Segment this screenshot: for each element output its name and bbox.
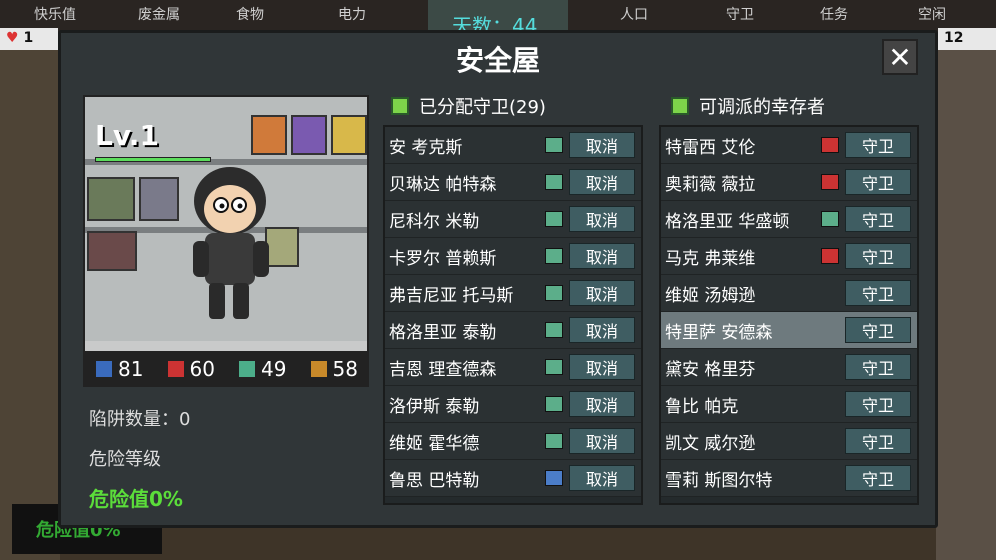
- survivor-portrait: Lv.1: [83, 95, 369, 387]
- list-item: 凯文 威尔逊 守卫: [661, 423, 917, 460]
- list-item: 马克 弗莱维 守卫: [661, 238, 917, 275]
- scrap-label: 废金属: [138, 7, 180, 23]
- guard-button[interactable]: 守卫: [845, 465, 911, 491]
- guard-label: 守卫: [726, 7, 754, 23]
- guard-button[interactable]: 守卫: [845, 169, 911, 195]
- list-item: 洛伊斯 泰勒 取消: [385, 386, 641, 423]
- task-label: 任务: [820, 7, 848, 23]
- power-label: 电力: [338, 7, 366, 23]
- cancel-button[interactable]: 取消: [569, 354, 635, 380]
- pistol-icon: [545, 433, 563, 449]
- list-item: 卡罗尔 普赖斯 取消: [385, 238, 641, 275]
- cancel-button[interactable]: 取消: [569, 391, 635, 417]
- cancel-button[interactable]: 取消: [569, 428, 635, 454]
- stat-rifle: 60: [165, 357, 215, 381]
- rifle-icon: [821, 137, 839, 153]
- level-label: Lv.1: [95, 119, 159, 152]
- idle-stat: 12: [938, 28, 996, 52]
- cancel-button[interactable]: 取消: [569, 169, 635, 195]
- trap-count: 陷阱数量：0: [89, 409, 191, 430]
- list-item-selected[interactable]: 特里萨 安德森 守卫: [661, 312, 917, 349]
- book-icon: [545, 470, 563, 486]
- assigned-guards-header: 已分配守卫(29): [391, 93, 546, 119]
- pistol-icon: [545, 211, 563, 227]
- list-item: 维姬 霍华德 取消: [385, 423, 641, 460]
- population-label: 人口: [620, 7, 648, 23]
- pistol-icon: [545, 137, 563, 153]
- list-item: 格洛里亚 华盛顿 守卫: [661, 201, 917, 238]
- rifle-icon: [821, 174, 839, 190]
- checkbox-icon: [391, 97, 409, 115]
- stat-crate: 58: [308, 357, 358, 381]
- pistol-icon: [545, 248, 563, 264]
- guard-button[interactable]: 守卫: [845, 132, 911, 158]
- dialog-title: 安全屋: [455, 44, 540, 77]
- cancel-button[interactable]: 取消: [569, 206, 635, 232]
- happiness-stat: ♥ 1: [0, 28, 58, 52]
- list-item: 特雷西 艾伦 守卫: [661, 127, 917, 164]
- checkbox-icon: [671, 97, 689, 115]
- survivor-character: [193, 167, 269, 319]
- guard-button[interactable]: 守卫: [845, 206, 911, 232]
- danger-value: 危险值0%: [89, 487, 183, 511]
- available-survivors-header: 可调派的幸存者: [671, 93, 825, 119]
- day-counter: 天数：44: [428, 0, 568, 38]
- guard-button[interactable]: 守卫: [845, 280, 911, 306]
- attribute-stats: 81 60 49 58: [83, 351, 369, 387]
- pistol-icon: [821, 211, 839, 227]
- cancel-button[interactable]: 取消: [569, 132, 635, 158]
- assigned-guards-list: 安 考克斯 取消 贝琳达 帕特森 取消 尼科尔 米勒 取消 卡罗尔 普赖斯 取消 弗吉尼…: [383, 125, 643, 505]
- pistol-icon: [545, 396, 563, 412]
- close-icon: ✕: [888, 40, 912, 74]
- danger-level-label: 危险等级: [89, 449, 161, 470]
- guard-button[interactable]: 守卫: [845, 354, 911, 380]
- rifle-icon: [821, 248, 839, 264]
- crate-icon: [308, 359, 329, 379]
- safehouse-dialog: 安全屋 ✕ Lv.1 81 60 49 58 陷阱数量：0 危险等级 危险值0%…: [58, 30, 938, 528]
- cancel-button[interactable]: 取消: [569, 317, 635, 343]
- heart-icon: ♥: [6, 30, 19, 46]
- guard-button[interactable]: 守卫: [845, 243, 911, 269]
- list-item: 格洛里亚 泰勒 取消: [385, 312, 641, 349]
- pistol-icon: [545, 322, 563, 338]
- book-icon: [94, 359, 115, 379]
- list-item: 安 考克斯 取消: [385, 127, 641, 164]
- happiness-label: 快乐值: [34, 7, 76, 23]
- list-item: 弗吉尼亚 托马斯 取消: [385, 275, 641, 312]
- rifle-icon: [165, 359, 186, 379]
- cancel-button[interactable]: 取消: [569, 465, 635, 491]
- list-item: 鲁比 帕克 守卫: [661, 386, 917, 423]
- cancel-button[interactable]: 取消: [569, 243, 635, 269]
- available-survivors-list: 特雷西 艾伦 守卫 奥莉薇 薇拉 守卫 格洛里亚 华盛顿 守卫 马克 弗莱维 守卫 维姬…: [659, 125, 919, 505]
- list-item: 吉恩 理查德森 取消: [385, 349, 641, 386]
- list-item: 奥莉薇 薇拉 守卫: [661, 164, 917, 201]
- list-item: 贝琳达 帕特森 取消: [385, 164, 641, 201]
- list-item: 黛安 格里芬 守卫: [661, 349, 917, 386]
- pistol-icon: [545, 285, 563, 301]
- pistol-icon: [237, 359, 258, 379]
- cancel-button[interactable]: 取消: [569, 280, 635, 306]
- experience-bar: [95, 157, 211, 162]
- list-item: 鲁思 巴特勒 取消: [385, 460, 641, 497]
- guard-button[interactable]: 守卫: [845, 428, 911, 454]
- background-room-left: [0, 50, 60, 560]
- stat-book: 81: [94, 357, 143, 381]
- stat-pistol: 49: [237, 357, 286, 381]
- list-item: 雪莉 斯图尔特 守卫: [661, 460, 917, 497]
- idle-label: 空闲: [918, 7, 946, 23]
- background-room-right: [936, 50, 996, 560]
- guard-button[interactable]: 守卫: [845, 317, 911, 343]
- pistol-icon: [545, 174, 563, 190]
- list-item: 维姬 汤姆逊 守卫: [661, 275, 917, 312]
- guard-button[interactable]: 守卫: [845, 391, 911, 417]
- list-item: 尼科尔 米勒 取消: [385, 201, 641, 238]
- food-label: 食物: [236, 7, 264, 23]
- close-button[interactable]: ✕: [882, 39, 918, 75]
- pistol-icon: [545, 359, 563, 375]
